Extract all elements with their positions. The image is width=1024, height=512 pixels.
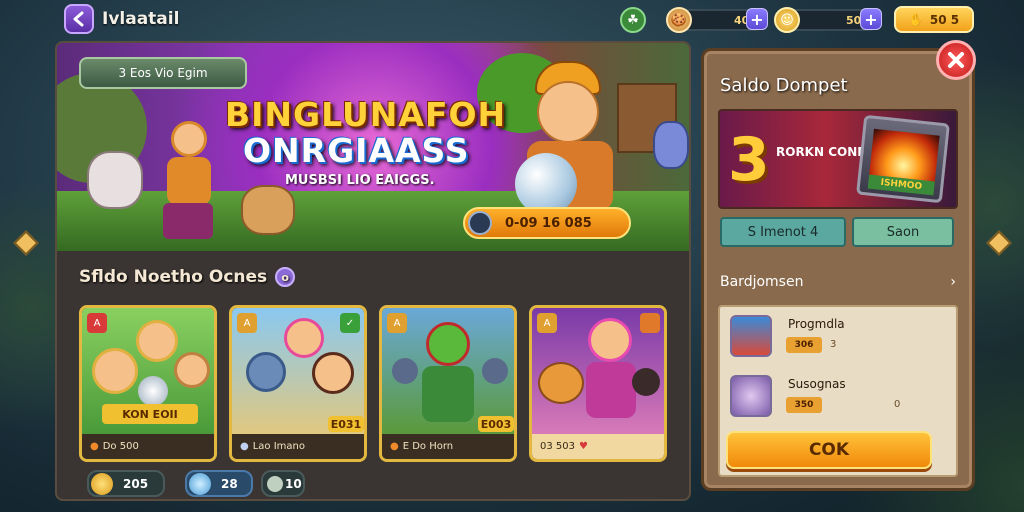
gold-shop-value: 50 5 (929, 12, 960, 27)
resource-energy: 10 (261, 470, 305, 497)
card-badge-icon: A (387, 313, 407, 333)
back-button[interactable] (64, 4, 94, 34)
dog-illustration (241, 185, 295, 235)
close-button[interactable] (936, 40, 976, 80)
card-price: 03 503 (540, 441, 575, 452)
store-main-panel: 3 Eos Vio Egim BINGLUNAFOH ONRGIAASS MUS… (55, 41, 691, 501)
ok-button[interactable]: COK (726, 431, 932, 469)
close-icon (948, 52, 964, 68)
list-item-name: Susognas (788, 377, 846, 391)
resource-coins-value: 205 (123, 476, 149, 491)
banner-price: 0-09 16 085 (505, 215, 592, 231)
event-tag-button[interactable]: 3 Eos Vio Egim (79, 57, 247, 89)
card-badge-icon: A (537, 313, 557, 333)
side-right-button[interactable]: Saon (852, 217, 954, 247)
goat-illustration (87, 151, 143, 209)
card-status-icon: ✓ (340, 313, 360, 333)
banner-buy-button[interactable]: 0-09 16 085 (463, 207, 631, 239)
heart-icon: ♥ (579, 441, 588, 452)
hero-boy-illustration (497, 61, 647, 231)
top-bar: Ivlaatail ☘ 40 🍪 + 500 ☺ + ✋ 50 5 (0, 0, 1024, 38)
card-price: Do 500 (102, 441, 139, 452)
list-item-price: 350 (786, 397, 822, 413)
coin-icon (91, 473, 113, 495)
page-title: Ivlaatail (102, 9, 180, 29)
shield-icon[interactable]: ☘ (620, 7, 646, 33)
bunny-illustration (653, 121, 689, 169)
banner-subtitle: MUSBSI LIO EAIGGS. (285, 173, 435, 188)
list-item-qty: 3 (830, 339, 837, 350)
card-footer: ● Do 500 (82, 434, 214, 459)
gem-icon (189, 473, 211, 495)
resource-coins: 205 (87, 470, 165, 497)
resource-energy-value: 10 (285, 476, 302, 491)
list-item-price: 306 (786, 337, 822, 353)
card-footer: ● E Do Horn (382, 434, 514, 459)
card-price: E Do Horn (402, 441, 454, 452)
featured-banner[interactable]: 3 Eos Vio Egim BINGLUNAFOH ONRGIAASS MUS… (57, 43, 689, 251)
chevron-right-icon: › (950, 274, 956, 290)
add-currency-2-button[interactable]: + (860, 8, 882, 30)
gold-coin-icon: ☺ (774, 7, 800, 33)
hand-coin-icon: ✋ (908, 12, 924, 27)
card-badge-icon: A (237, 313, 257, 333)
offer-banner[interactable]: 3 RORKN CONMAGIN ISHMOO (718, 109, 958, 209)
fire-icon: ● (90, 441, 99, 452)
plus-icon: + (864, 9, 878, 29)
card-badge-icon: A (87, 313, 107, 333)
kid-character-illustration (153, 115, 223, 245)
resource-gems: 28 (185, 470, 253, 497)
card-price: Lao Imano (252, 441, 306, 452)
card-footer: 03 503 ♥ (532, 434, 664, 459)
add-currency-1-button[interactable]: + (746, 8, 768, 30)
card-label: E003 (478, 416, 514, 432)
section-title: Sfldo Noetho Ocnes o (79, 267, 296, 287)
list-item[interactable]: Susognas 350 0 (720, 367, 956, 427)
gem-icon (468, 211, 492, 235)
cup-icon: ● (240, 441, 249, 452)
character-card-1[interactable]: A KON EOII ● Do 500 (79, 305, 217, 462)
card-footer: ● Lao Imano (232, 434, 364, 459)
character-card-4[interactable]: A 03 503 ♥ (529, 305, 667, 462)
character-card-2[interactable]: A ✓ E031 ● Lao Imano (229, 305, 367, 462)
banner-title-line-2: ONRGIAASS (243, 131, 470, 170)
card-corner-icon (640, 313, 660, 333)
resource-gems-value: 28 (221, 476, 238, 491)
section-title-text: Sfldo Noetho Ocnes (79, 267, 268, 287)
banner-title-line-1: BINGLUNAFOH (225, 95, 507, 134)
chest-icon: ISHMOO (856, 114, 950, 204)
fire-icon: ● (390, 441, 399, 452)
side-left-button[interactable]: S Imenot 4 (720, 217, 846, 247)
food-icon: 🍪 (666, 7, 692, 33)
card-label: KON EOII (102, 404, 198, 424)
character-card-3[interactable]: A E003 ● E Do Horn (379, 305, 517, 462)
list-item[interactable]: Progmdla 306 3 (720, 307, 956, 367)
plus-icon: + (750, 9, 764, 29)
avatar-icon (730, 375, 772, 417)
gold-shop-button[interactable]: ✋ 50 5 (894, 6, 974, 33)
side-subheader[interactable]: Bardjomsen › (720, 271, 956, 293)
list-item-name: Progmdla (788, 317, 845, 331)
info-icon[interactable]: o (275, 267, 296, 287)
offer-number: 3 (728, 125, 770, 195)
side-subheader-text: Bardjomsen (720, 274, 804, 290)
chevron-left-icon (73, 11, 84, 27)
card-label: E031 (328, 416, 364, 432)
pack-icon (730, 315, 772, 357)
energy-icon (267, 476, 283, 492)
side-panel-title: Saldo Dompet (720, 75, 848, 96)
wallet-side-panel: Saldo Dompet 3 RORKN CONMAGIN ISHMOO S I… (701, 48, 975, 491)
list-item-qty: 0 (894, 399, 901, 410)
